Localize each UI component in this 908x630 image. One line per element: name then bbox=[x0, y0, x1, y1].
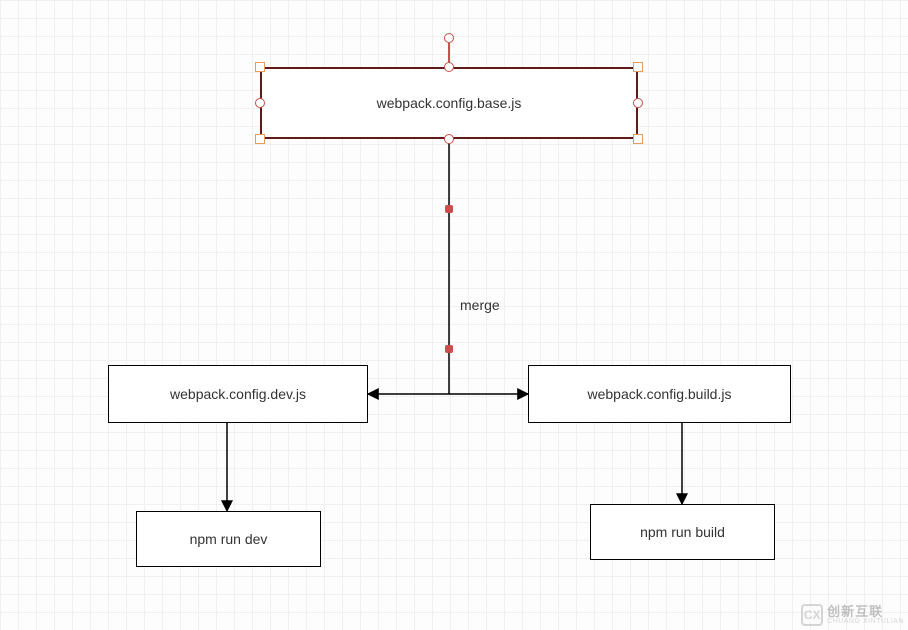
resize-handle-s[interactable] bbox=[444, 134, 454, 144]
node-build-label: webpack.config.build.js bbox=[588, 386, 732, 402]
edge-midpoint-bottom[interactable] bbox=[445, 345, 453, 353]
node-dev-label: webpack.config.dev.js bbox=[170, 386, 306, 402]
rotation-handle[interactable] bbox=[444, 33, 454, 43]
resize-handle-sw[interactable] bbox=[255, 134, 265, 144]
watermark-brand: 创新互联 bbox=[827, 605, 904, 618]
resize-handle-w[interactable] bbox=[255, 98, 265, 108]
resize-handle-ne[interactable] bbox=[633, 62, 643, 72]
node-run-build[interactable]: npm run build bbox=[590, 504, 775, 560]
watermark-icon: CX bbox=[801, 604, 823, 626]
node-base[interactable]: webpack.config.base.js bbox=[260, 67, 638, 139]
node-build[interactable]: webpack.config.build.js bbox=[528, 365, 791, 423]
node-dev[interactable]: webpack.config.dev.js bbox=[108, 365, 368, 423]
resize-handle-n[interactable] bbox=[444, 62, 454, 72]
node-base-label: webpack.config.base.js bbox=[377, 95, 522, 111]
resize-handle-nw[interactable] bbox=[255, 62, 265, 72]
watermark-sub: CHUANG XINTULIAN bbox=[827, 618, 904, 625]
resize-handle-e[interactable] bbox=[633, 98, 643, 108]
edge-midpoint-top[interactable] bbox=[445, 205, 453, 213]
resize-handle-se[interactable] bbox=[633, 134, 643, 144]
edge-label-merge: merge bbox=[460, 297, 500, 313]
watermark: CX 创新互联 CHUANG XINTULIAN bbox=[801, 604, 904, 626]
node-run-dev[interactable]: npm run dev bbox=[136, 511, 321, 567]
node-run-build-label: npm run build bbox=[640, 524, 725, 540]
node-run-dev-label: npm run dev bbox=[190, 531, 268, 547]
